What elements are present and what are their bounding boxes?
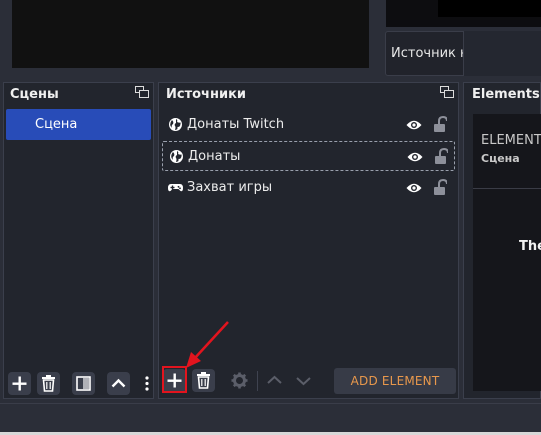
move-scene-up-button[interactable]: [107, 372, 130, 395]
gamepad-icon: [168, 184, 183, 192]
source-item-label: Донаты: [188, 149, 241, 164]
elements-card-text: The: [519, 239, 541, 254]
program-preview: [12, 0, 369, 68]
unlocked-lock-icon[interactable]: [433, 116, 447, 133]
sources-dock-title: Источники: [166, 87, 246, 102]
elements-dock-title: Elements C: [472, 87, 541, 102]
chevron-down-icon: [296, 377, 311, 386]
globe-icon: [169, 118, 182, 131]
source-item[interactable]: Захват игры: [162, 173, 455, 203]
source-properties-button[interactable]: [228, 369, 251, 392]
scene-item-label: Сцена: [35, 117, 78, 132]
trash-icon: [197, 372, 210, 389]
source-properties-panel[interactable]: [463, 31, 541, 76]
add-scene-button[interactable]: [8, 372, 31, 395]
undock-icon[interactable]: [440, 86, 454, 98]
remove-source-button[interactable]: [192, 369, 215, 392]
source-item-label: Захват игры: [187, 180, 273, 195]
move-source-down-button[interactable]: [292, 369, 315, 392]
undock-icon[interactable]: [135, 86, 149, 98]
kebab-icon: [145, 376, 149, 391]
chevron-up-icon: [111, 378, 126, 388]
source-item[interactable]: Донаты Twitch: [162, 110, 455, 140]
filter-icon: [76, 376, 91, 391]
scene-filters-button[interactable]: [72, 372, 95, 395]
scene-list-item[interactable]: Сцена: [6, 109, 151, 140]
highlight-frame: [162, 366, 187, 393]
elements-card-title: ELEMENT: [481, 133, 541, 148]
chevron-up-icon: [267, 375, 282, 384]
source-item-selected[interactable]: Донаты: [162, 141, 455, 171]
add-element-button[interactable]: ADD ELEMENT: [334, 368, 456, 394]
eye-icon[interactable]: [406, 119, 422, 131]
unlocked-lock-icon[interactable]: [433, 179, 447, 196]
source-item-label: Донаты Twitch: [187, 117, 285, 132]
remove-scene-button[interactable]: [37, 372, 60, 395]
eye-icon[interactable]: [407, 151, 423, 163]
divider: [473, 188, 541, 189]
trash-icon: [42, 375, 55, 392]
secondary-preview-canvas: [438, 0, 541, 17]
eye-icon[interactable]: [406, 182, 422, 194]
more-options-button[interactable]: [143, 372, 151, 395]
gear-icon: [231, 372, 248, 389]
unlocked-lock-icon[interactable]: [434, 148, 448, 165]
toolbar-divider: [257, 371, 258, 391]
move-source-up-button[interactable]: [263, 369, 286, 392]
globe-icon: [170, 150, 183, 163]
plus-icon: [12, 376, 27, 391]
elements-card-subtitle: Сцена: [481, 152, 520, 165]
scenes-dock-title: Сцены: [10, 87, 59, 102]
status-bar: [0, 403, 541, 435]
